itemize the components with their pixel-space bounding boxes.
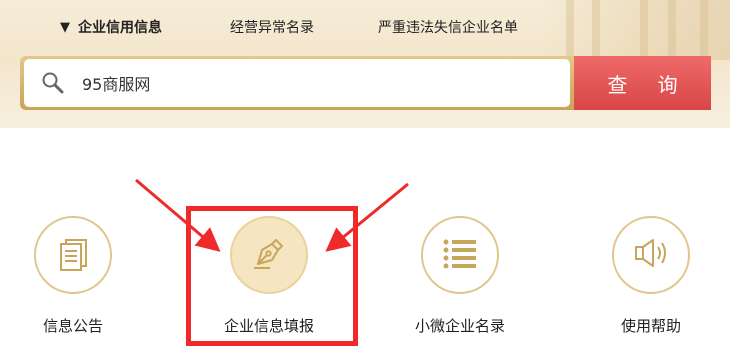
menu-item-small-enterprise-list[interactable]: 小微企业名录 — [385, 216, 535, 336]
decor-column — [700, 0, 708, 56]
decor-column — [592, 0, 600, 56]
search-input[interactable] — [82, 68, 570, 98]
menu-icon-circle — [34, 216, 112, 294]
active-tab-arrow-icon: ▼ — [60, 19, 70, 35]
tab-enterprise-credit-info[interactable]: 企业信用信息 — [78, 17, 162, 37]
menu-icon-circle — [421, 216, 499, 294]
menu-label: 小微企业名录 — [414, 317, 505, 335]
menu-item-announcements[interactable]: 信息公告 — [0, 216, 148, 336]
search-box — [24, 59, 570, 107]
menu-item-help[interactable]: 使用帮助 — [576, 216, 726, 336]
menu-icon-circle — [612, 216, 690, 294]
menu-label: 使用帮助 — [620, 317, 681, 335]
decor-column — [640, 0, 648, 56]
tab-abnormal-operation-list[interactable]: 经营异常名录 — [230, 17, 314, 37]
search-icon — [24, 71, 82, 95]
menu-label: 信息公告 — [42, 317, 103, 335]
search-button[interactable]: 查 询 — [574, 56, 711, 110]
document-icon — [53, 233, 93, 277]
decor-column — [668, 0, 676, 56]
search-bar — [20, 56, 574, 110]
highlight-box — [186, 206, 358, 346]
list-icon — [439, 233, 481, 277]
tab-serious-violation-list[interactable]: 严重违法失信企业名单 — [378, 17, 518, 37]
decor-column — [566, 0, 574, 56]
speaker-icon — [630, 233, 672, 277]
nav-tabs: ▼ 企业信用信息 经营异常名录 严重违法失信企业名单 — [60, 14, 518, 40]
